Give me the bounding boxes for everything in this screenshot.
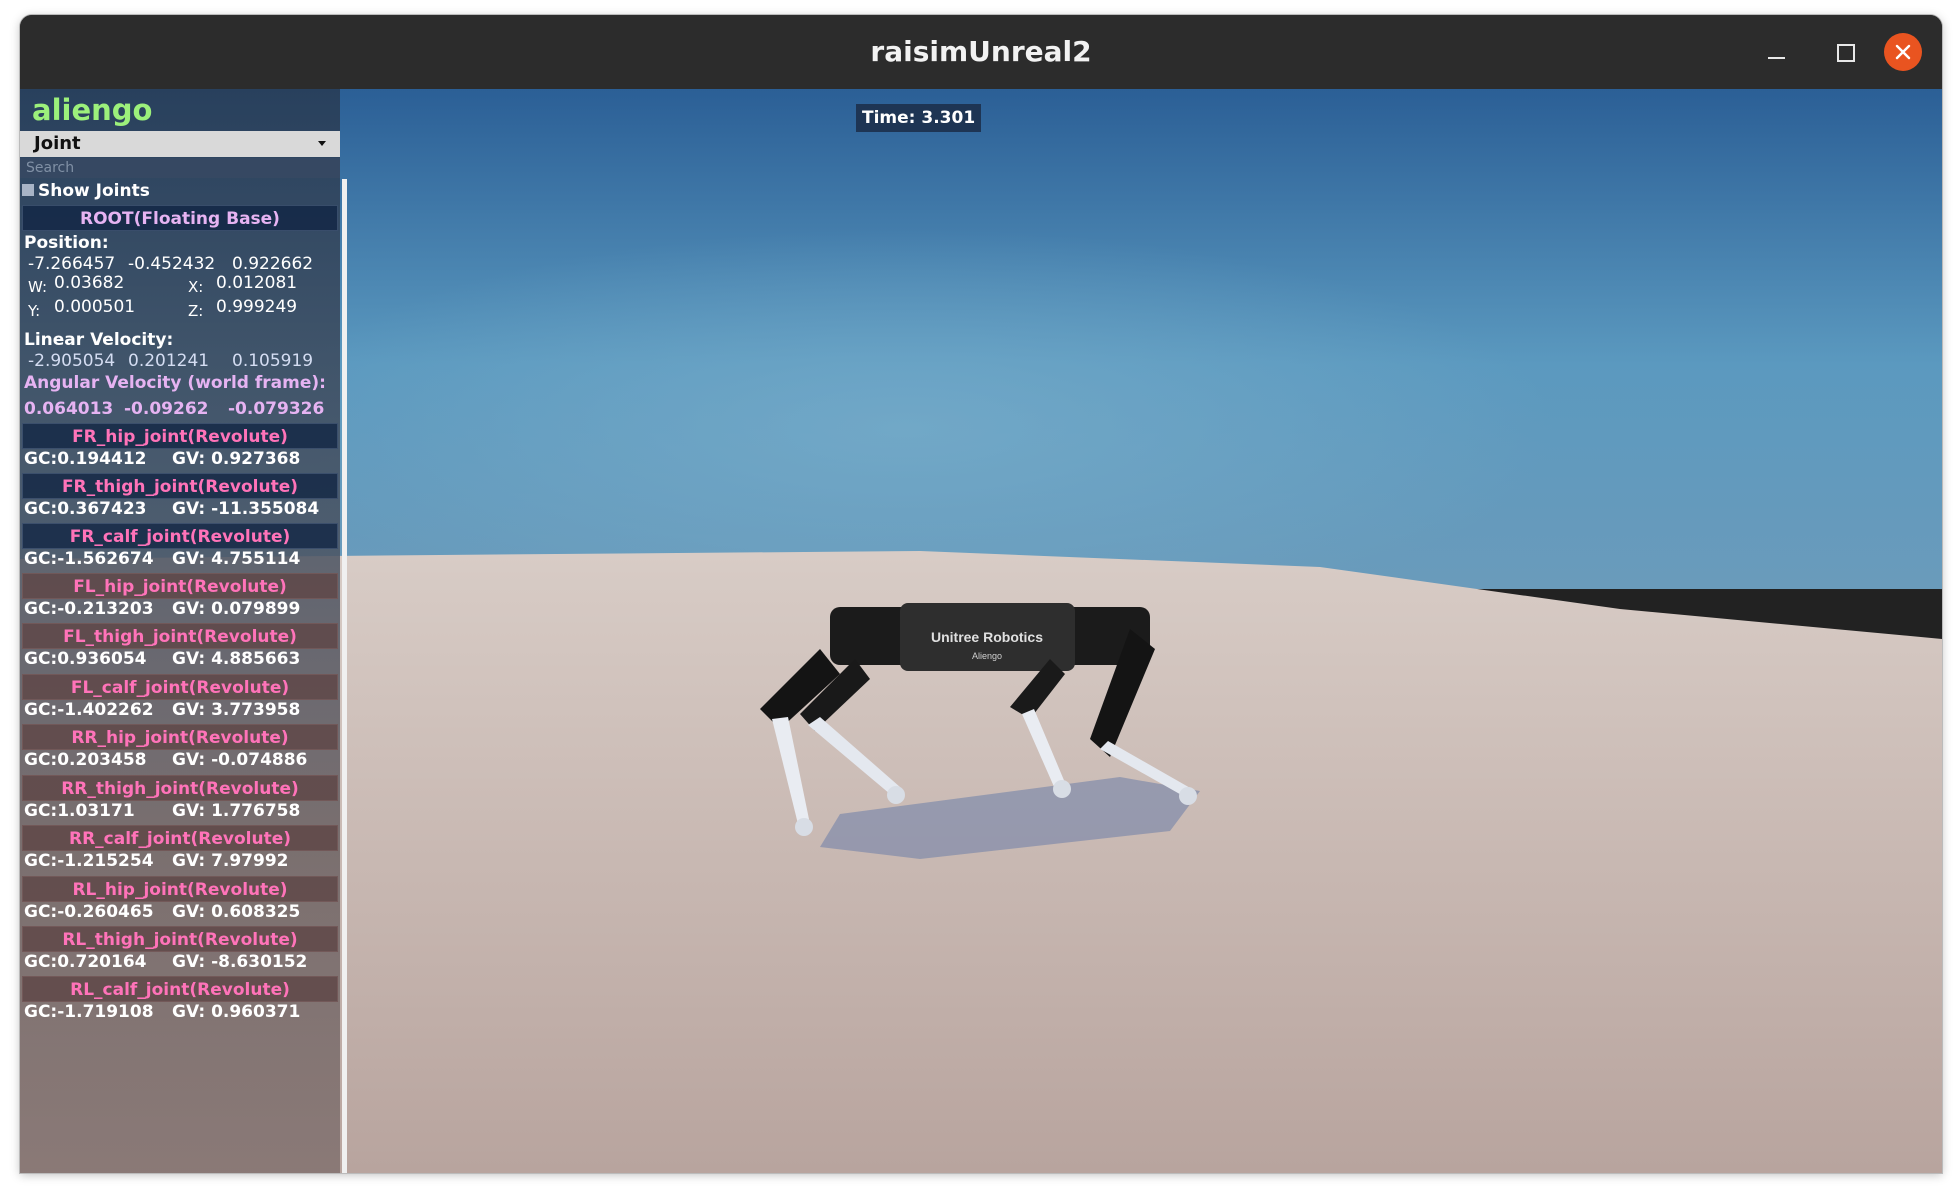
joint-gv: GV: 4.885663 bbox=[172, 649, 301, 669]
linvel-x: -2.905054 bbox=[28, 351, 116, 371]
joint-values: GC:-0.213203 GV: 0.079899 bbox=[24, 599, 300, 619]
angvel-z: -0.079326 bbox=[228, 399, 325, 419]
front-foot bbox=[1053, 780, 1071, 798]
quat-x: 0.012081 bbox=[216, 273, 298, 293]
angvel-y: -0.09262 bbox=[124, 399, 209, 419]
maximize-button[interactable] bbox=[1826, 33, 1864, 71]
show-joints-label: Show Joints bbox=[38, 181, 150, 201]
quat-z: 0.999249 bbox=[216, 297, 298, 317]
joint-gv: GV: 1.776758 bbox=[172, 801, 301, 821]
position-y: -0.452432 bbox=[128, 254, 216, 274]
joint-values: GC:0.936054 GV: 4.885663 bbox=[24, 649, 300, 669]
joint-gv: GV: 0.927368 bbox=[172, 449, 301, 469]
joint-gv: GV: 7.97992 bbox=[172, 851, 289, 871]
app-content: Unitree Robotics Aliengo Time: 3.301 ali… bbox=[20, 89, 1942, 1173]
joint-gc: GC:1.03171 bbox=[24, 801, 135, 821]
joint-values: GC:-1.562674 GV: 4.755114 bbox=[24, 549, 300, 569]
title-bar[interactable]: raisimUnreal2 bbox=[20, 15, 1942, 89]
joint-gc: GC:-1.719108 bbox=[24, 1002, 154, 1022]
joint-header[interactable]: FL_hip_joint(Revolute) bbox=[22, 573, 338, 599]
joint-gc: GC:0.936054 bbox=[24, 649, 147, 669]
joint-gc: GC:-1.402262 bbox=[24, 700, 154, 720]
angvel-label: Angular Velocity (world frame): bbox=[24, 373, 326, 393]
position-x: -7.266457 bbox=[28, 254, 116, 274]
joint-gv: GV: 0.079899 bbox=[172, 599, 301, 619]
joint-header[interactable]: FR_calf_joint(Revolute) bbox=[22, 523, 338, 549]
joint-gc: GC:0.720164 bbox=[24, 952, 147, 972]
joint-header[interactable]: RL_hip_joint(Revolute) bbox=[22, 876, 338, 902]
quat-y-label: Y: bbox=[28, 302, 41, 320]
linvel-label: Linear Velocity: bbox=[24, 330, 174, 350]
joint-gc: GC:-1.562674 bbox=[24, 549, 154, 569]
inspector-panel: aliengo Joint Show Joints ROOT(Floating … bbox=[20, 89, 340, 1173]
joint-values: GC:-1.719108 GV: 0.960371 bbox=[24, 1002, 300, 1022]
robot-body-text: Unitree Robotics bbox=[931, 629, 1043, 645]
joint-values: GC:1.03171 GV: 1.776758 bbox=[24, 801, 300, 821]
joint-header[interactable]: RL_calf_joint(Revolute) bbox=[22, 976, 338, 1002]
joint-header[interactable]: RR_thigh_joint(Revolute) bbox=[22, 775, 338, 801]
app-window: raisimUnreal2 Unitree Robotics Aliengo T… bbox=[20, 15, 1942, 1173]
view-mode-select[interactable]: Joint bbox=[20, 131, 340, 157]
joint-gv: GV: 0.960371 bbox=[172, 1002, 301, 1022]
window-title: raisimUnreal2 bbox=[870, 35, 1092, 68]
joint-header[interactable]: FL_calf_joint(Revolute) bbox=[22, 674, 338, 700]
joint-gc: GC:0.367423 bbox=[24, 499, 147, 519]
chevron-down-icon bbox=[318, 141, 326, 146]
robot-model-text: Aliengo bbox=[972, 651, 1002, 661]
joint-gv: GV: 4.755114 bbox=[172, 549, 301, 569]
joint-values: GC:-1.402262 GV: 3.773958 bbox=[24, 700, 300, 720]
root-header[interactable]: ROOT(Floating Base) bbox=[22, 205, 338, 231]
joint-gv: GV: 3.773958 bbox=[172, 700, 301, 720]
joint-values: GC:-0.260465 GV: 0.608325 bbox=[24, 902, 300, 922]
joint-values: GC:0.720164 GV: -8.630152 bbox=[24, 952, 307, 972]
joint-gv: GV: -8.630152 bbox=[172, 952, 308, 972]
joint-gv: GV: -11.355084 bbox=[172, 499, 320, 519]
joint-values: GC:0.203458 GV: -0.074886 bbox=[24, 750, 307, 770]
joint-gc: GC:-0.260465 bbox=[24, 902, 154, 922]
joint-gc: GC:0.194412 bbox=[24, 449, 147, 469]
position-label: Position: bbox=[24, 233, 109, 253]
front-foot-2 bbox=[1179, 787, 1197, 805]
joint-gc: GC:-0.213203 bbox=[24, 599, 154, 619]
joint-values: GC:-1.215254 GV: 7.97992 bbox=[24, 851, 289, 871]
linvel-y: 0.201241 bbox=[128, 351, 210, 371]
linvel-z: 0.105919 bbox=[232, 351, 314, 371]
close-icon bbox=[1895, 44, 1911, 60]
joint-gc: GC:-1.215254 bbox=[24, 851, 154, 871]
view-mode-value: Joint bbox=[34, 133, 81, 154]
joint-values: GC:0.367423 GV: -11.355084 bbox=[24, 499, 319, 519]
sky-glow bbox=[320, 189, 1620, 589]
rear-foot bbox=[795, 818, 813, 836]
joint-header[interactable]: FL_thigh_joint(Revolute) bbox=[22, 623, 338, 649]
joint-header[interactable]: FR_thigh_joint(Revolute) bbox=[22, 473, 338, 499]
joint-gv: GV: -0.074886 bbox=[172, 750, 308, 770]
joint-header[interactable]: RL_thigh_joint(Revolute) bbox=[22, 926, 338, 952]
quat-x-label: X: bbox=[188, 278, 204, 296]
search-input[interactable] bbox=[20, 158, 340, 178]
joint-header[interactable]: RR_calf_joint(Revolute) bbox=[22, 825, 338, 851]
joint-header[interactable]: RR_hip_joint(Revolute) bbox=[22, 724, 338, 750]
panel-scrollbar[interactable] bbox=[342, 179, 347, 1173]
show-joints-checkbox[interactable]: Show Joints bbox=[22, 179, 150, 203]
close-button[interactable] bbox=[1884, 33, 1922, 71]
joint-values: GC:0.194412 GV: 0.927368 bbox=[24, 449, 300, 469]
quat-z-label: Z: bbox=[188, 302, 204, 320]
joint-gv: GV: 0.608325 bbox=[172, 902, 301, 922]
robot-name: aliengo bbox=[32, 93, 153, 127]
joint-gc: GC:0.203458 bbox=[24, 750, 147, 770]
joint-header[interactable]: FR_hip_joint(Revolute) bbox=[22, 423, 338, 449]
angvel-x: 0.064013 bbox=[24, 399, 114, 419]
quat-w-label: W: bbox=[28, 278, 48, 296]
rear-foot-2 bbox=[887, 786, 905, 804]
quat-w: 0.03682 bbox=[54, 273, 125, 293]
position-z: 0.922662 bbox=[232, 254, 314, 274]
quat-y: 0.000501 bbox=[54, 297, 136, 317]
minimize-button[interactable] bbox=[1758, 33, 1796, 71]
time-readout: Time: 3.301 bbox=[856, 104, 982, 132]
checkbox-icon bbox=[22, 183, 34, 196]
